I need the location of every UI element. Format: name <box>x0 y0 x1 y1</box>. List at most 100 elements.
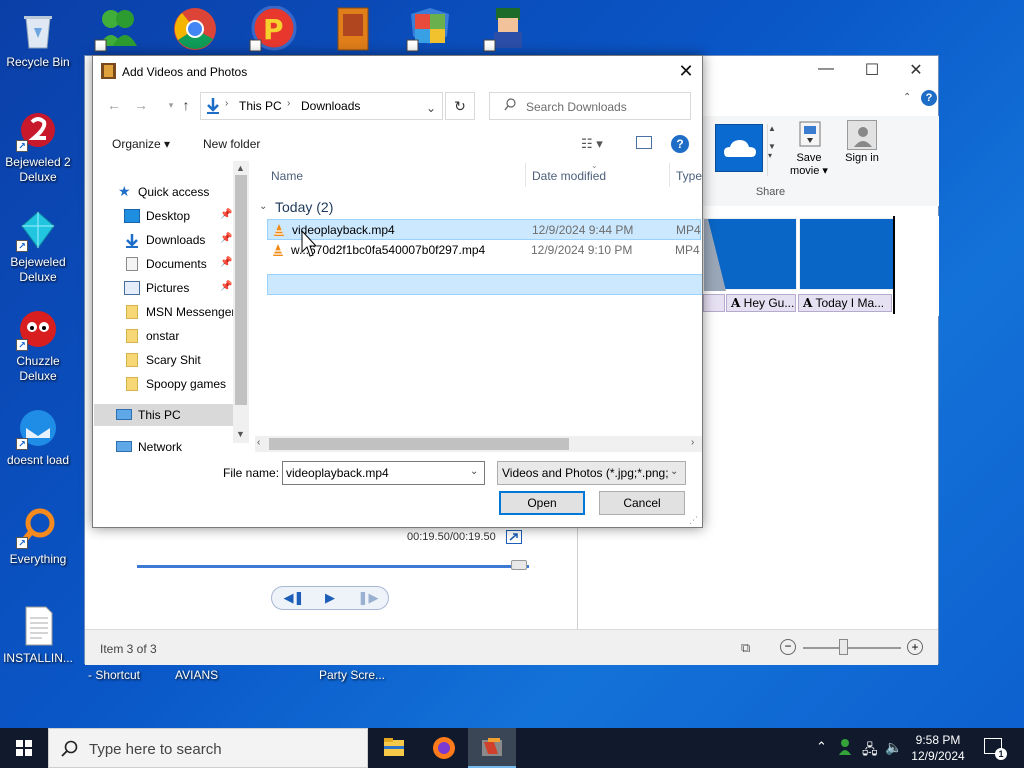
nav-this-pc[interactable]: This PC <box>94 404 234 426</box>
save-movie-button[interactable]: Save movie ▾ <box>781 152 837 178</box>
nav-desktop[interactable]: Desktop 📌 <box>94 205 234 227</box>
filename-dropdown-icon[interactable]: ⌄ <box>470 466 478 477</box>
nav-pictures[interactable]: Pictures 📌 <box>94 277 234 299</box>
file-row[interactable]: videoplayback.mp4 12/9/2024 9:44 PM MP4 <box>267 219 701 240</box>
refresh-icon[interactable]: ↻ <box>445 92 475 120</box>
seek-bar[interactable] <box>137 565 529 568</box>
file-row[interactable]: w...670d2f1bc0fa540007b0f297.mp4 12/9/20… <box>267 240 701 261</box>
nav-scary-shit[interactable]: Scary Shit <box>94 349 234 371</box>
storyboard-clip[interactable] <box>799 218 895 290</box>
preview-pane-icon[interactable] <box>636 136 652 149</box>
up-arrow-icon[interactable]: ↑ <box>175 97 197 117</box>
breadcrumb-downloads[interactable]: Downloads <box>301 99 360 113</box>
address-bar[interactable]: › This PC › Downloads ⌄ <box>200 92 443 120</box>
nav-downloads[interactable]: Downloads 📌 <box>94 229 234 251</box>
desktop-icon-chuzzle[interactable]: ↗ Chuzzle Deluxe <box>0 307 76 384</box>
taskbar-clock[interactable]: 9:58 PM 12/9/2024 <box>906 732 970 764</box>
volume-icon[interactable]: 🔈 <box>885 739 902 768</box>
nav-spoopy-games[interactable]: Spoopy games <box>94 373 234 395</box>
address-dropdown-icon[interactable]: ⌄ <box>426 101 436 115</box>
column-header-name[interactable]: Name <box>271 169 303 183</box>
cancel-button[interactable]: Cancel <box>599 491 685 515</box>
search-input[interactable] <box>526 98 686 115</box>
chrome-desktop-icon[interactable] <box>170 6 220 52</box>
caption-chip[interactable]: A Today I Ma... <box>798 294 892 312</box>
taskbar-firefox[interactable] <box>420 728 468 768</box>
zoom-out-icon[interactable]: − <box>780 639 796 655</box>
close-icon[interactable]: ✕ <box>893 60 939 80</box>
scroll-left-icon[interactable]: ‹ <box>257 437 260 448</box>
organize-button[interactable]: Organize ▾ <box>112 137 170 151</box>
thumbnail-size-icon[interactable]: ⧉ <box>741 640 750 656</box>
help-icon[interactable]: ? <box>671 135 689 153</box>
start-button[interactable] <box>0 728 48 768</box>
nav-network[interactable]: Network <box>94 436 234 453</box>
forward-arrow-icon[interactable]: → <box>130 97 152 117</box>
nav-scrollbar[interactable]: ▲ ▼ <box>233 161 249 443</box>
file-row[interactable] <box>267 274 702 295</box>
nav-quick-access[interactable]: ★ Quick access <box>94 181 234 203</box>
caption-chip[interactable]: A Hey Gu... <box>726 294 796 312</box>
column-separator[interactable] <box>669 163 670 187</box>
file-type-select[interactable]: Videos and Photos (*.jpg;*.png; ⌄ <box>497 461 686 485</box>
game-box-desktop-icon[interactable] <box>330 6 380 52</box>
help-icon[interactable]: ? <box>921 90 937 106</box>
onedrive-cloud-icon[interactable] <box>715 124 763 172</box>
dialog-close-icon[interactable]: ✕ <box>670 56 702 87</box>
msn-messenger-desktop-icon[interactable] <box>93 6 143 52</box>
column-header-type[interactable]: Type <box>676 169 702 183</box>
search-box[interactable] <box>489 92 691 120</box>
nav-onstar[interactable]: onstar <box>94 325 234 347</box>
zoom-slider-thumb[interactable] <box>839 639 848 655</box>
character-game-desktop-icon[interactable] <box>482 6 532 52</box>
filename-input[interactable] <box>286 465 456 481</box>
scroll-up-icon[interactable]: ▲ <box>236 163 245 173</box>
dialog-title-bar[interactable]: Add Videos and Photos ✕ <box>93 56 702 87</box>
maximize-icon[interactable]: ☐ <box>849 60 895 80</box>
people-icon[interactable] <box>838 737 856 768</box>
game-p-desktop-icon[interactable]: P <box>248 5 298 52</box>
new-folder-button[interactable]: New folder <box>203 137 260 151</box>
desktop-icon-bejeweled-2[interactable]: ↗ Bejeweled 2 Deluxe <box>0 108 76 185</box>
scroll-down-icon[interactable]: ▼ <box>236 429 245 439</box>
horizontal-scrollbar-thumb[interactable] <box>269 438 569 450</box>
taskbar-search-box[interactable]: Type here to search <box>48 728 368 768</box>
taskbar-movie-maker[interactable] <box>468 728 516 768</box>
file-type-dropdown-icon[interactable]: ⌄ <box>670 466 678 477</box>
column-separator[interactable] <box>525 163 526 187</box>
desktop-icon-recycle-bin[interactable]: Recycle Bin <box>0 8 76 70</box>
seek-handle[interactable] <box>511 560 527 570</box>
desktop-icon-bejeweled[interactable]: ↗ Bejeweled Deluxe <box>0 208 76 285</box>
scroll-right-icon[interactable]: › <box>691 437 694 448</box>
desktop-icon-thunderbird[interactable]: ↗ doesnt load <box>0 406 76 468</box>
nav-scrollbar-thumb[interactable] <box>235 175 247 405</box>
tray-expand-chevron-icon[interactable]: ⌃ <box>816 739 827 768</box>
fullscreen-preview-icon[interactable] <box>506 530 522 544</box>
minimize-icon[interactable]: — <box>803 60 849 78</box>
shield-desktop-icon[interactable] <box>405 6 455 52</box>
caption-chip[interactable] <box>703 294 725 312</box>
group-collapse-chevron-icon[interactable]: ⌄ <box>259 201 267 212</box>
zoom-in-icon[interactable]: + <box>907 639 923 655</box>
previous-frame-icon[interactable]: ◀❚ <box>276 590 312 606</box>
back-arrow-icon[interactable]: ← <box>103 97 125 117</box>
group-header[interactable]: Today (2) <box>275 199 333 215</box>
nav-msn-messenger[interactable]: MSN Messenger <box>94 301 235 323</box>
network-tray-icon[interactable]: 🖧 <box>862 739 878 768</box>
column-header-date[interactable]: Date modified <box>532 169 606 183</box>
filename-field[interactable]: ⌄ <box>282 461 485 485</box>
play-icon[interactable]: ▶ <box>312 590 348 606</box>
taskbar-file-explorer[interactable] <box>370 728 418 768</box>
storyboard-clip[interactable] <box>703 218 797 291</box>
view-options-icon[interactable]: ☷ ▾ <box>581 136 603 152</box>
next-frame-icon[interactable]: ❚▶ <box>350 590 386 606</box>
file-list-horizontal-scrollbar[interactable]: ‹ › <box>255 436 702 452</box>
nav-documents[interactable]: Documents 📌 <box>94 253 234 275</box>
open-button[interactable]: Open <box>499 491 585 515</box>
share-gallery-scroll[interactable]: ▲ ▼ ▾ <box>767 124 777 176</box>
desktop-icon-installing-text[interactable]: INSTALLIN... <box>0 604 76 666</box>
breadcrumb-this-pc[interactable]: This PC <box>239 99 282 113</box>
resize-grip-icon[interactable]: ⋰ <box>689 515 698 526</box>
sign-in-button[interactable]: Sign in <box>843 152 881 165</box>
desktop-icon-everything[interactable]: ↗ Everything <box>0 505 76 567</box>
